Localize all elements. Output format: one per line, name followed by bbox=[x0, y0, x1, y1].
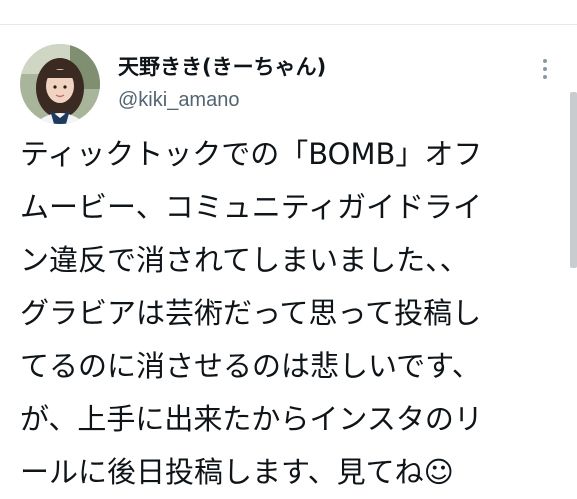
tweet-text-line: てるのに消させるのは悲しいです、 bbox=[20, 349, 481, 383]
tweet-card: 天野きき(きーちゃん) @kiki_amano ティックトックでの「BOMB」オ… bbox=[0, 0, 577, 489]
more-dot-icon bbox=[543, 75, 547, 79]
avatar-photo bbox=[20, 44, 100, 124]
tweet-text-line: が、上手に出来たからインスタのリ bbox=[20, 402, 483, 436]
avatar[interactable] bbox=[20, 44, 100, 124]
scrollbar[interactable] bbox=[570, 92, 577, 268]
more-dot-icon bbox=[543, 67, 547, 71]
more-dot-icon bbox=[543, 59, 547, 63]
tweet-text-line: ティックトックでの「BOMB」オフ bbox=[20, 137, 483, 171]
tweet-text-line: ン違反で消されてしまいました、、 bbox=[20, 243, 469, 277]
author-handle[interactable]: @kiki_amano bbox=[118, 88, 326, 112]
author-block: 天野きき(きーちゃん) @kiki_amano bbox=[118, 54, 326, 112]
more-options-button[interactable] bbox=[533, 54, 557, 84]
tweet-text-line: グラビアは芸術だって思って投稿し bbox=[20, 296, 482, 330]
author-display-name[interactable]: 天野きき(きーちゃん) bbox=[118, 54, 326, 80]
tweet-text-line: ールに後日投稿します、見てね☺ bbox=[20, 455, 454, 489]
tweet-text-line: ムービー、コミュニティガイドライ bbox=[20, 190, 482, 224]
tweet-text: ティックトックでの「BOMB」オフ ムービー、コミュニティガイドライ ン違反で消… bbox=[20, 128, 565, 499]
